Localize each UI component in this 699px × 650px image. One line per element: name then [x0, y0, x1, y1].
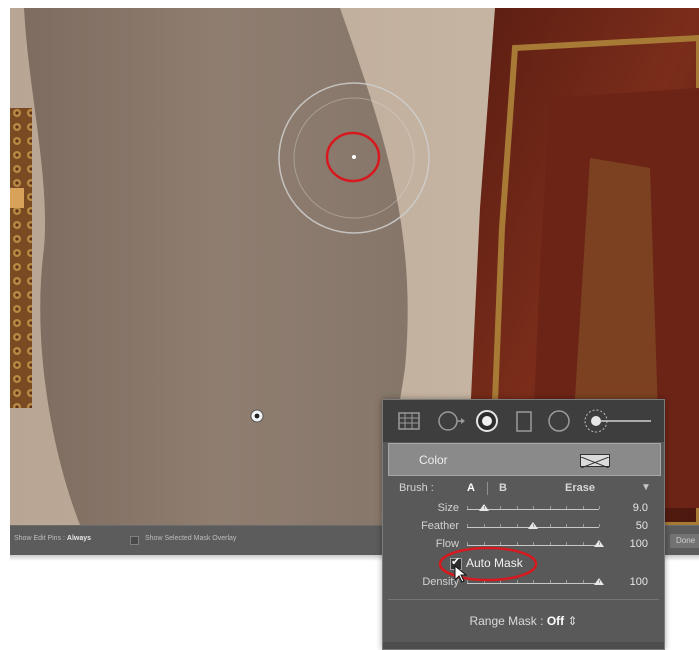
slider-tick — [500, 506, 501, 509]
graduated-filter-icon[interactable] — [515, 410, 533, 432]
range-mask-label: Range Mask : — [469, 614, 544, 628]
slider-label: Size — [437, 502, 459, 514]
slider-track[interactable] — [467, 540, 604, 547]
color-swatch-row[interactable]: Color — [388, 443, 661, 476]
slider-tick — [549, 524, 551, 527]
slider-tick — [516, 542, 518, 545]
slider-tick — [467, 524, 468, 527]
tool-strip — [383, 400, 664, 442]
brush-selector: Brush : A B Erase ▼ — [383, 480, 664, 498]
brush-a-button[interactable]: A — [467, 482, 475, 494]
slider-track[interactable] — [467, 522, 600, 529]
slider-tick — [467, 506, 468, 509]
slider-tick — [549, 542, 551, 545]
slider-value[interactable]: 9.0 — [633, 502, 648, 514]
spot-removal-icon[interactable] — [437, 410, 467, 432]
slider-tick — [599, 506, 600, 509]
slider-tick — [566, 506, 567, 509]
slider-tick — [516, 506, 518, 509]
slider-tick — [582, 542, 584, 545]
panel-divider — [388, 599, 659, 600]
slider-tick — [533, 542, 534, 545]
slider-tick — [500, 542, 501, 545]
radial-filter-icon[interactable] — [547, 409, 571, 433]
slider-tick — [483, 524, 485, 527]
density-slider[interactable]: Density 100 — [383, 575, 664, 591]
auto-mask-checkbox[interactable]: ✔ Auto Mask — [450, 556, 540, 572]
edit-pins-value[interactable]: Always — [67, 535, 91, 542]
up-down-arrows-icon[interactable]: ⇕ — [568, 614, 578, 628]
slider-label: Density — [422, 576, 459, 588]
slider-tick — [483, 580, 485, 583]
slider-value[interactable]: 100 — [630, 538, 648, 550]
brush-erase-button[interactable]: Erase — [565, 482, 595, 494]
adjustment-brush-panel: Color Brush : A B Erase ▼ Size 9.0 Feath… — [382, 399, 665, 650]
mask-overlay-checkbox[interactable] — [130, 536, 139, 545]
edit-pins-label: Show Edit Pins : — [14, 535, 65, 542]
slider-value[interactable]: 50 — [636, 520, 648, 532]
slider-tick — [500, 524, 501, 527]
slider-tick — [599, 524, 600, 527]
slider-tick — [599, 580, 600, 583]
slider-tick — [533, 580, 534, 583]
range-mask-selector[interactable]: Range Mask : Off ⇕ — [383, 614, 664, 628]
slider-tick — [566, 542, 567, 545]
slider-track[interactable] — [467, 504, 600, 511]
slider-value[interactable]: 100 — [630, 576, 648, 588]
crop-overlay-icon[interactable] — [397, 410, 421, 432]
slider-tick — [549, 580, 551, 583]
flow-slider[interactable]: Flow 100 — [383, 537, 664, 553]
slider-tick — [467, 542, 468, 545]
mask-overlay-label: Show Selected Mask Overlay — [145, 535, 237, 542]
show-edit-pins[interactable]: Show Edit Pins : Always — [14, 535, 91, 542]
slider-tick — [582, 506, 584, 509]
done-button[interactable]: Done — [670, 534, 699, 548]
brush-divider — [487, 482, 488, 495]
checkmark-icon: ✔ — [451, 556, 461, 568]
slider-tick — [582, 524, 584, 527]
auto-mask-label: Auto Mask — [466, 556, 523, 570]
slider-tick — [566, 580, 567, 583]
slider-tick — [483, 506, 485, 509]
slider-tick — [500, 580, 501, 583]
slider-tick — [516, 524, 518, 527]
slider-tick — [599, 542, 600, 545]
slider-tick — [516, 580, 518, 583]
brush-label: Brush : — [399, 482, 434, 494]
collapse-triangle-icon[interactable]: ▼ — [641, 482, 651, 493]
slider-label: Flow — [435, 538, 459, 550]
red-eye-icon[interactable] — [475, 409, 499, 433]
color-label: Color — [419, 453, 448, 467]
slider-tick — [549, 506, 551, 509]
color-swatch[interactable] — [580, 454, 610, 469]
slider-tick — [483, 542, 485, 545]
slider-tick — [533, 506, 534, 509]
slider-tick — [582, 580, 584, 583]
slider-label: Feather — [421, 520, 459, 532]
slider-tick — [467, 580, 468, 583]
slider-tick — [533, 524, 534, 527]
adjustment-brush-icon[interactable] — [583, 408, 655, 434]
slider-track[interactable] — [467, 578, 604, 585]
auto-mask-box[interactable]: ✔ — [450, 556, 462, 570]
slider-tick — [566, 524, 567, 527]
range-mask-value[interactable]: Off — [547, 614, 564, 628]
size-slider[interactable]: Size 9.0 — [383, 501, 664, 517]
feather-slider[interactable]: Feather 50 — [383, 519, 664, 535]
no-color-icon — [580, 456, 610, 469]
brush-b-button[interactable]: B — [499, 482, 507, 494]
